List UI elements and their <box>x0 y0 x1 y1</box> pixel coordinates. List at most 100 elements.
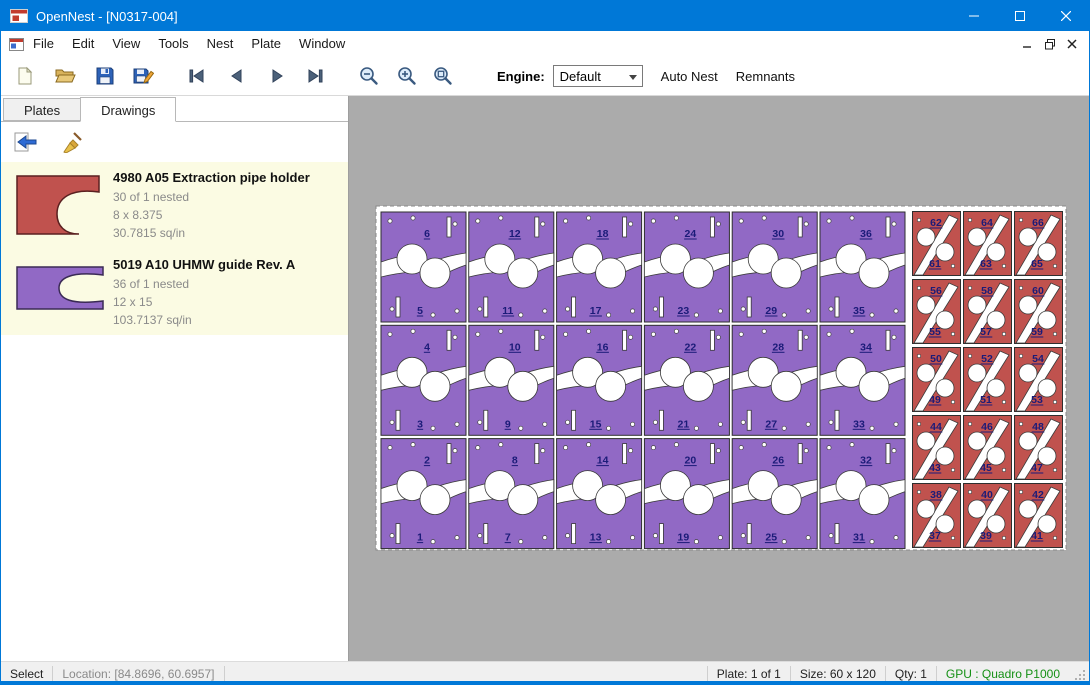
zoom-out-button[interactable] <box>355 62 383 90</box>
list-item[interactable]: 4980 A05 Extraction pipe holder 30 of 1 … <box>1 162 348 249</box>
part-number: 54 <box>1032 353 1044 365</box>
purple-part-pair[interactable]: 3029 <box>732 212 817 322</box>
open-button[interactable] <box>51 62 79 90</box>
list-item[interactable]: 5019 A10 UHMW guide Rev. A 36 of 1 neste… <box>1 249 348 335</box>
purple-part-pair[interactable]: 1413 <box>557 439 642 549</box>
zoom-fit-button[interactable] <box>429 62 457 90</box>
menu-item-tools[interactable]: Tools <box>149 31 197 57</box>
red-part-pair[interactable]: 5857 <box>964 280 1012 344</box>
purple-part-pair[interactable]: 2423 <box>644 212 729 322</box>
zoom-in-icon <box>396 65 418 87</box>
save-icon <box>95 66 115 86</box>
red-part-pair[interactable]: 6665 <box>1015 212 1063 276</box>
purple-part-pair[interactable]: 3231 <box>820 439 905 549</box>
part-number: 34 <box>860 341 872 353</box>
title-bar: OpenNest - [N0317-004] <box>1 1 1089 31</box>
red-part-pair[interactable]: 4241 <box>1015 484 1063 548</box>
purple-part-pair[interactable]: 34 33 <box>820 325 905 435</box>
purple-part-pair[interactable]: 65 <box>381 212 466 322</box>
menu-item-view[interactable]: View <box>103 31 149 57</box>
red-part-pair[interactable]: 6463 <box>964 212 1012 276</box>
part-number: 47 <box>1031 462 1043 474</box>
nav-next-button[interactable] <box>263 62 291 90</box>
save-button[interactable] <box>91 62 119 90</box>
engine-select[interactable]: Default <box>553 65 643 87</box>
red-part-pair[interactable]: 4847 <box>1015 416 1063 480</box>
red-part-pair[interactable]: 46 45 <box>964 416 1012 480</box>
purple-part-pair[interactable]: 43 <box>381 325 466 435</box>
part-number: 27 <box>765 418 777 430</box>
purple-part-pair[interactable]: 21 <box>381 439 466 549</box>
part-number: 65 <box>1031 258 1043 270</box>
part-number: 45 <box>980 462 992 474</box>
drawings-list: 4980 A05 Extraction pipe holder 30 of 1 … <box>1 162 348 335</box>
purple-part-pair[interactable]: 3635 <box>820 212 905 322</box>
maximize-button[interactable] <box>997 1 1043 31</box>
part-number: 23 <box>678 305 690 317</box>
part-number: 33 <box>853 418 865 430</box>
part-number: 12 <box>509 228 521 240</box>
menu-item-window[interactable]: Window <box>290 31 354 57</box>
purple-part-pair[interactable]: 1615 <box>557 325 642 435</box>
part-number: 46 <box>981 421 993 433</box>
red-part-pair[interactable]: 6059 <box>1015 280 1063 344</box>
red-part-pair[interactable]: 5453 <box>1015 348 1063 412</box>
tab-plates[interactable]: Plates <box>3 98 81 121</box>
auto-nest-button[interactable]: Auto Nest <box>661 69 718 84</box>
red-part-pair[interactable]: 6261 <box>913 212 961 276</box>
purple-part-pair[interactable]: 2019 <box>644 439 729 549</box>
new-button[interactable] <box>11 62 39 90</box>
zoom-in-button[interactable] <box>393 62 421 90</box>
part-number: 22 <box>685 341 697 353</box>
save-as-button[interactable] <box>129 62 157 90</box>
red-part-pair[interactable]: 4039 <box>964 484 1012 548</box>
return-part-button[interactable] <box>11 128 41 156</box>
red-part-pair[interactable]: 4443 <box>913 416 961 480</box>
document-icon[interactable] <box>9 38 24 51</box>
part-number: 28 <box>772 341 784 353</box>
menu-item-plate[interactable]: Plate <box>242 31 290 57</box>
nav-last-button[interactable] <box>301 62 329 90</box>
minimize-button[interactable] <box>951 1 997 31</box>
nest-canvas[interactable]: 6512111817242330293635431091615222128273… <box>349 96 1090 661</box>
status-qty: Qty: 1 <box>886 667 936 681</box>
menu-item-edit[interactable]: Edit <box>63 31 103 57</box>
red-part-pair[interactable]: 3837 <box>913 484 961 548</box>
part-number: 35 <box>853 305 865 317</box>
part-number: 9 <box>505 418 511 430</box>
remnants-button[interactable]: Remnants <box>736 69 795 84</box>
status-location: Location: [84.8696, 60.6957] <box>53 667 223 681</box>
panel-tabs: Plates Drawings <box>1 96 348 122</box>
window-border <box>1 681 1089 684</box>
close-button[interactable] <box>1043 1 1089 31</box>
part-number: 16 <box>597 341 609 353</box>
part-number: 55 <box>929 326 941 338</box>
purple-part-pair[interactable]: 2625 <box>732 439 817 549</box>
resize-grip[interactable] <box>1073 668 1086 681</box>
save-as-icon <box>132 66 154 86</box>
red-part-pair[interactable]: 5655 <box>913 280 961 344</box>
menu-item-nest[interactable]: Nest <box>198 31 243 57</box>
nav-first-button[interactable] <box>183 62 211 90</box>
open-folder-icon <box>54 66 76 86</box>
drawings-toolbar <box>1 122 348 162</box>
mdi-restore-button[interactable] <box>1039 34 1061 54</box>
red-part-pair[interactable]: 5049 <box>913 348 961 412</box>
tab-drawings[interactable]: Drawings <box>80 97 176 122</box>
purple-part-pair[interactable]: 109 <box>469 325 554 435</box>
engine-label: Engine: <box>497 69 545 84</box>
purple-part-pair[interactable]: 87 <box>469 439 554 549</box>
purple-part-pair[interactable]: 1817 <box>557 212 642 322</box>
nav-prev-button[interactable] <box>223 62 251 90</box>
mdi-close-button[interactable] <box>1061 34 1083 54</box>
part-number: 31 <box>853 532 865 544</box>
part-number: 14 <box>597 455 609 467</box>
nest-svg[interactable]: 6512111817242330293635431091615222128273… <box>349 96 1090 661</box>
red-part-pair[interactable]: 5251 <box>964 348 1012 412</box>
purple-part-pair[interactable]: 2221 <box>644 325 729 435</box>
clean-button[interactable] <box>57 128 87 156</box>
purple-part-pair[interactable]: 1211 <box>469 212 554 322</box>
purple-part-pair[interactable]: 28 27 <box>732 325 817 435</box>
menu-item-file[interactable]: File <box>24 31 63 57</box>
mdi-minimize-button[interactable] <box>1017 34 1039 54</box>
